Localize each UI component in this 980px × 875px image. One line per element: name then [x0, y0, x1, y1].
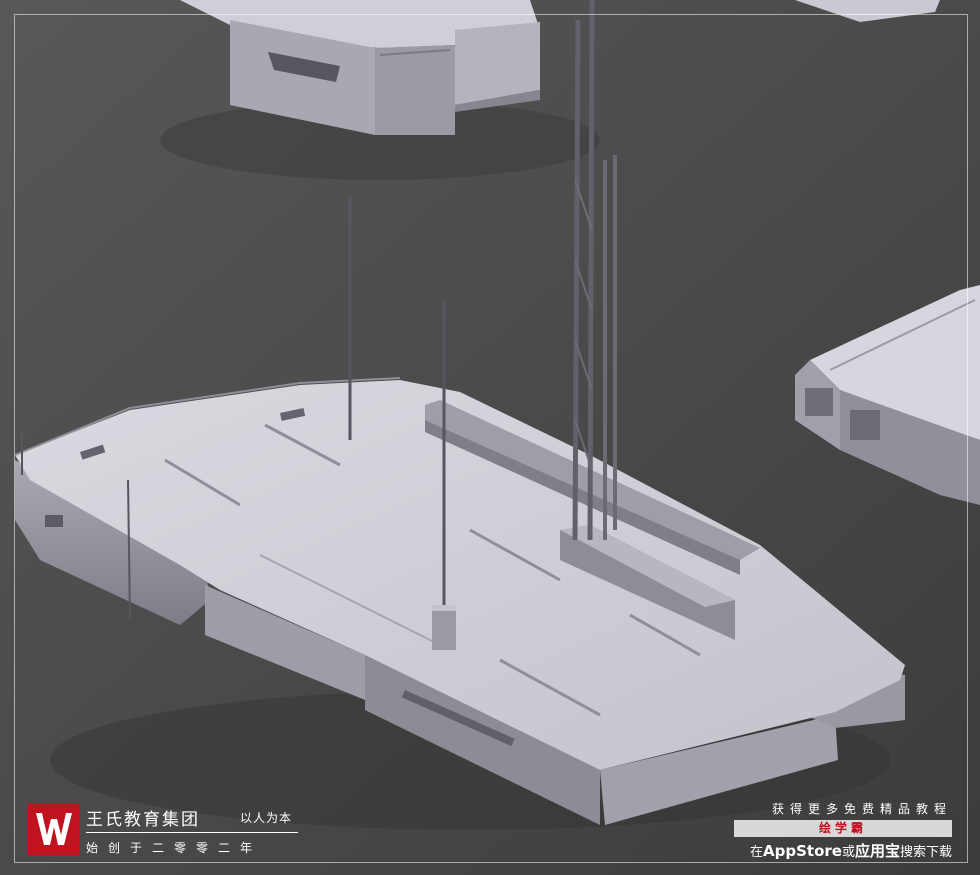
promo-store-yingyongbao: 应用宝	[854, 842, 900, 860]
promo-app-name: 绘学霸	[734, 820, 952, 837]
divider	[86, 832, 298, 833]
brand-logo	[28, 803, 80, 855]
brand-founded: 始创于二零零二年	[86, 841, 263, 855]
brand-name: 王氏教育集团	[86, 810, 200, 830]
promo-prefix: 在	[750, 845, 764, 860]
promo-or: 或	[841, 845, 855, 860]
promo-download-text: 在AppStore或应用宝搜索下载	[750, 840, 952, 861]
brand-block: 王氏教育集团 以人为本 始创于二零零二年	[28, 803, 300, 857]
brand-motto: 以人为本	[240, 811, 293, 825]
promo-block: 获得更多免费精品教程 绘学霸 在AppStore或应用宝搜索下载	[724, 800, 964, 860]
render-scene	[0, 0, 980, 875]
promo-store-appstore: AppStore	[763, 842, 842, 860]
promo-suffix: 搜索下载	[899, 845, 952, 860]
promo-tagline: 获得更多免费精品教程	[771, 802, 952, 816]
